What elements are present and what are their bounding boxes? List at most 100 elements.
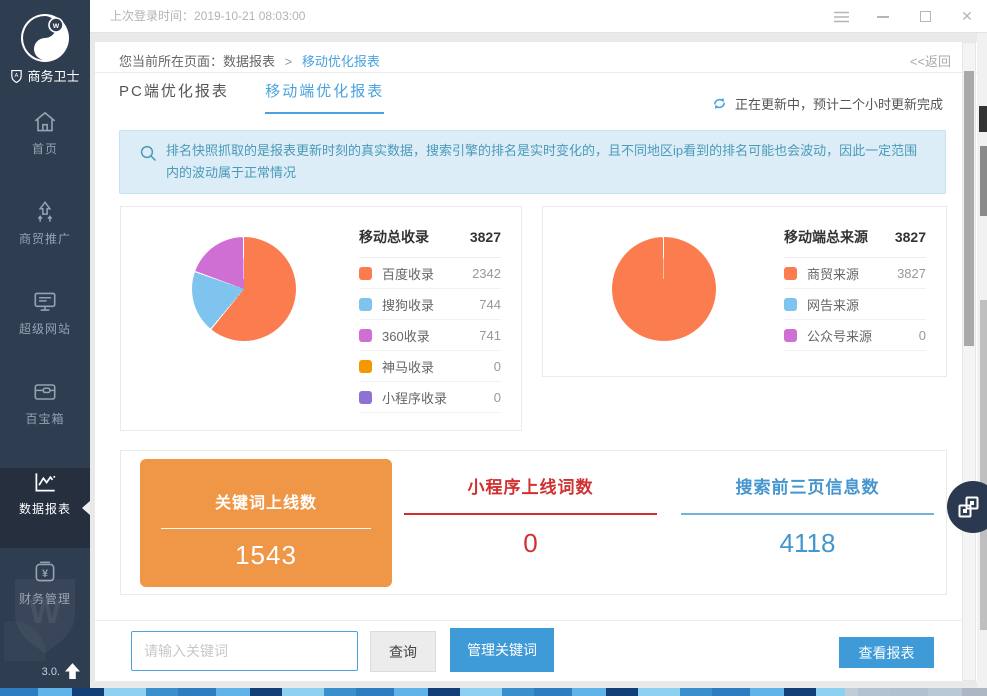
sidebar-item-finance[interactable]: ¥ 财务管理 <box>0 558 90 638</box>
section-divider <box>95 620 977 621</box>
brand: A 商务卫士 <box>0 66 90 85</box>
breadcrumb-separator: > <box>285 54 293 69</box>
return-link[interactable]: <<返回 <box>910 51 951 70</box>
breadcrumb-parent: 数据报表 <box>223 54 275 69</box>
breadcrumb-prefix: 您当前所在页面： <box>119 54 223 69</box>
desktop-taskbar-fragment <box>845 688 987 696</box>
background-window-artifact <box>979 106 987 132</box>
legend-label: 小程序收录 <box>382 388 447 407</box>
update-status: 正在更新中，预计二个小时更新完成 <box>711 94 943 113</box>
brand-shield-icon: A <box>10 69 23 83</box>
window-controls: ✕ <box>833 0 975 33</box>
stat-divider <box>161 528 371 529</box>
query-button[interactable]: 查询 <box>370 631 436 672</box>
legend-label: 公众号来源 <box>807 326 872 345</box>
sidebar-item-label: 首页 <box>0 140 90 157</box>
legend-mobile-index: 移动总收录 3827 百度收录2342搜狗收录744360收录741神马收录0小… <box>359 223 501 413</box>
sidebar-item-promotion[interactable]: 商贸推广 <box>0 198 90 278</box>
brand-name: 商务卫士 <box>27 66 79 85</box>
legend-total: 3827 <box>470 229 501 245</box>
pie-chart-mobile-source <box>612 237 716 341</box>
stat-label: 关键词上线数 <box>140 489 392 513</box>
search-icon <box>139 144 158 163</box>
stat-miniprogram-words: 小程序上线词数 0 <box>392 473 669 559</box>
minimize-button[interactable] <box>875 9 891 25</box>
legend-title: 移动端总来源 <box>784 227 868 247</box>
legend-label: 搜狗收录 <box>382 295 434 314</box>
legend-mobile-source: 移动端总来源 3827 商贸来源3827网告来源公众号来源0 <box>784 223 926 351</box>
sidebar-item-reports[interactable]: 数据报表 <box>0 468 90 548</box>
legend-item: 公众号来源 0 <box>784 320 926 351</box>
sidebar-item-label: 百宝箱 <box>0 410 90 427</box>
legend-label: 网告来源 <box>807 295 859 314</box>
stat-keyword-online: 关键词上线数 1543 <box>140 459 392 587</box>
legend-swatch <box>359 360 372 373</box>
sidebar-item-label: 财务管理 <box>0 590 90 607</box>
update-status-text: 正在更新中，预计二个小时更新完成 <box>735 94 943 113</box>
scrollbar-track[interactable] <box>962 42 976 681</box>
legend-title-row: 移动总收录 3827 <box>359 223 501 258</box>
version-label: 3.0. <box>42 666 60 678</box>
legend-swatch <box>359 391 372 404</box>
stats-panel: 关键词上线数 1543 小程序上线词数 0 搜索前三页信息数 4118 <box>120 450 947 595</box>
legend-value: 0 <box>494 359 501 374</box>
monitor-icon <box>31 288 59 316</box>
qr-code-icon <box>957 495 981 519</box>
manage-keywords-button[interactable]: 管理关键词 <box>450 628 554 672</box>
sidebar: w A 商务卫士 首页 <box>0 0 90 688</box>
legend-swatch <box>359 329 372 342</box>
breadcrumb-row: 您当前所在页面：数据报表 > 移动优化报表 <<返回 <box>95 42 977 73</box>
active-item-arrow <box>82 501 90 515</box>
chart-icon <box>31 468 59 496</box>
legend-title-row: 移动端总来源 3827 <box>784 223 926 258</box>
menu-icon[interactable] <box>833 9 849 25</box>
legend-swatch <box>359 267 372 280</box>
pie-chart-mobile-index <box>192 237 296 341</box>
view-report-button[interactable]: 查看报表 <box>839 637 934 668</box>
keyword-input[interactable] <box>131 631 358 671</box>
legend-swatch <box>359 298 372 311</box>
legend-swatch <box>784 298 797 311</box>
stat-divider <box>404 513 657 515</box>
promotion-arrows-icon <box>31 198 59 226</box>
legend-label: 商贸来源 <box>807 264 859 283</box>
legend-label: 神马收录 <box>382 357 434 376</box>
notice-text: 排名快照抓取的是报表更新时刻的真实数据，搜索引擎的排名是实时变化的，且不同地区i… <box>166 140 929 184</box>
update-arrow-icon[interactable] <box>65 663 80 680</box>
app-window: w A 商务卫士 首页 <box>0 0 987 696</box>
sidebar-item-toolbox[interactable]: 百宝箱 <box>0 378 90 458</box>
legend-item: 网告来源 <box>784 289 926 320</box>
titlebar: 上次登录时间：2019-10-21 08:03:00 ✕ <box>90 0 987 33</box>
legend-title: 移动总收录 <box>359 227 429 247</box>
home-icon <box>31 108 59 136</box>
legend-swatch <box>784 267 797 280</box>
scrollbar-thumb[interactable] <box>964 71 974 346</box>
refresh-icon <box>711 95 728 112</box>
sidebar-item-home[interactable]: 首页 <box>0 108 90 188</box>
sidebar-nav: 首页 商贸推广 超级网站 <box>0 98 90 638</box>
maximize-button[interactable] <box>917 9 933 25</box>
background-window-artifact <box>980 146 987 216</box>
sidebar-item-label: 商贸推广 <box>0 230 90 247</box>
tab-mobile-report[interactable]: 移动端优化报表 <box>265 80 384 114</box>
main-panel: 您当前所在页面：数据报表 > 移动优化报表 <<返回 PC端优化报表 移动端优化… <box>95 42 977 681</box>
sidebar-item-label: 数据报表 <box>0 500 90 517</box>
stat-label: 小程序上线词数 <box>400 473 661 498</box>
legend-item: 搜狗收录744 <box>359 289 501 320</box>
desktop-wallpaper-strip <box>0 688 987 696</box>
stat-value: 0 <box>400 528 661 559</box>
sidebar-item-website[interactable]: 超级网站 <box>0 288 90 368</box>
app-logo-icon: w <box>19 12 71 69</box>
legend-value: 2342 <box>472 266 501 281</box>
close-button[interactable]: ✕ <box>959 9 975 25</box>
legend-value: 0 <box>919 328 926 343</box>
version-row: 3.0. <box>42 663 80 680</box>
legend-item: 360收录 741 <box>359 320 501 351</box>
report-tabs: PC端优化报表 移动端优化报表 <box>119 80 416 114</box>
legend-label: 360收录 <box>382 326 430 345</box>
tab-pc-report[interactable]: PC端优化报表 <box>119 80 229 112</box>
breadcrumb-current: 移动优化报表 <box>302 54 380 69</box>
stat-value: 1543 <box>140 540 392 571</box>
legend-item: 小程序收录0 <box>359 382 501 413</box>
legend-value: 741 <box>479 328 501 343</box>
